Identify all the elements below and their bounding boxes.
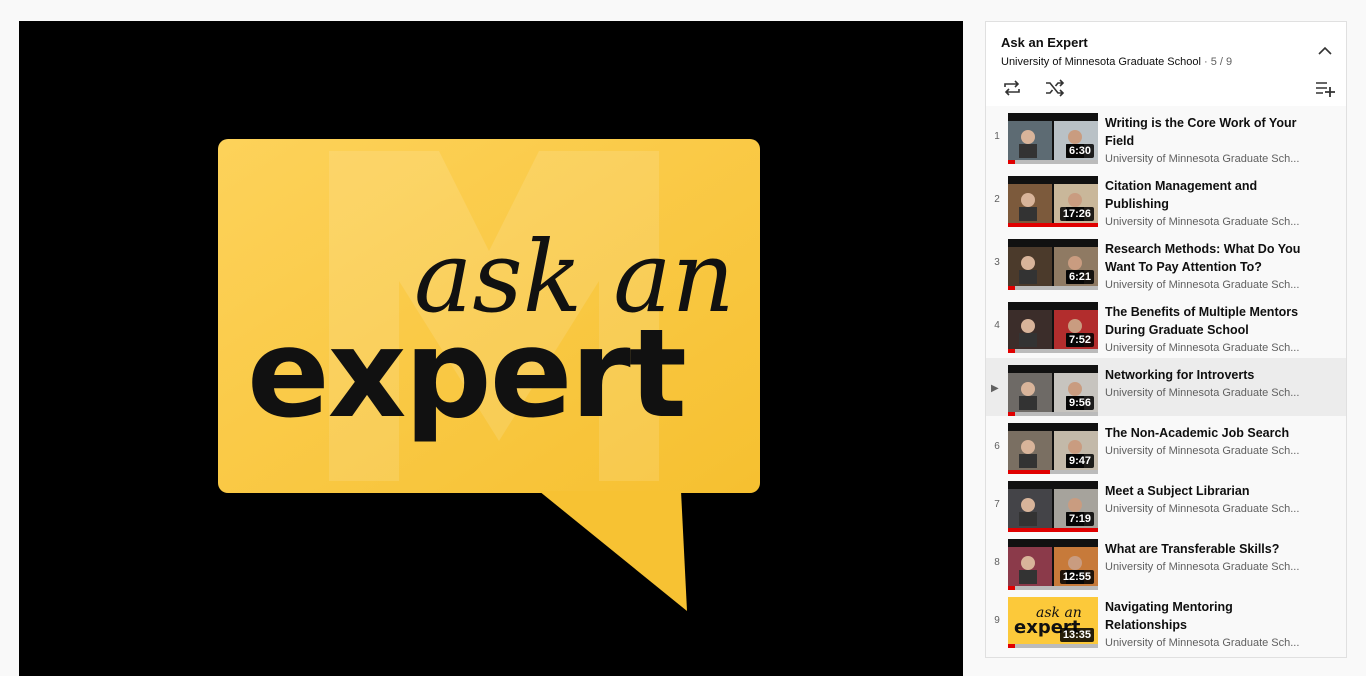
video-thumbnail[interactable]: 7:19 <box>1008 481 1098 532</box>
playlist-item[interactable]: 8 12:55 What are Transferable Skills? Unive… <box>986 532 1346 590</box>
video-thumbnail[interactable]: 12:55 <box>1008 539 1098 590</box>
video-duration: 13:35 <box>1059 628 1094 642</box>
playlist-item-index: 8 <box>994 557 1000 568</box>
video-duration: 6:21 <box>1065 270 1094 284</box>
video-meta: Research Methods: What Do You Want To Pa… <box>1105 240 1305 291</box>
video-thumbnail[interactable]: 9:47 <box>1008 423 1098 474</box>
playlist-position: 5 / 9 <box>1210 56 1233 68</box>
playlist-item[interactable]: 4 7:52 The Benefits of Multiple Mentors Du… <box>986 295 1346 358</box>
video-meta: The Benefits of Multiple Mentors During … <box>1105 303 1305 354</box>
playlist-item[interactable]: ▶ 9:56 Networking for Introverts University… <box>986 358 1346 416</box>
playlist-add-icon <box>1316 82 1335 97</box>
video-meta: Writing is the Core Work of Your Field Un… <box>1105 114 1305 165</box>
watch-progress-fill <box>1008 286 1016 290</box>
video-duration: 12:55 <box>1059 570 1094 584</box>
video-meta: Networking for Introverts University of M… <box>1105 366 1305 399</box>
watch-progress-bar <box>1008 644 1098 648</box>
video-thumbnail[interactable]: 6:21 <box>1008 239 1098 290</box>
watch-progress-bar <box>1008 160 1098 164</box>
shuffle-playlist-button[interactable] <box>1044 78 1066 98</box>
playlist-item[interactable]: 2 17:26 Citation Management and Publishing… <box>986 169 1346 232</box>
video-duration: 9:47 <box>1065 454 1094 468</box>
video-meta: What are Transferable Skills? University … <box>1105 540 1305 573</box>
video-title[interactable]: What are Transferable Skills? <box>1105 540 1305 558</box>
playlist-title[interactable]: Ask an Expert <box>1001 35 1088 50</box>
video-channel: University of Minnesota Graduate Sch... <box>1105 216 1300 228</box>
watch-progress-fill <box>1008 349 1016 353</box>
watch-progress-fill <box>1008 160 1016 164</box>
video-channel: University of Minnesota Graduate Sch... <box>1105 279 1300 291</box>
video-meta: Citation Management and Publishing Univer… <box>1105 177 1305 228</box>
playlist-item-index: 7 <box>994 499 1000 510</box>
loop-playlist-button[interactable] <box>1001 78 1023 98</box>
video-meta: Navigating Mentoring Relationships Univer… <box>1105 598 1305 649</box>
ask-an-expert-logo: ask an expert <box>218 139 760 611</box>
playlist-item-index: 9 <box>994 615 1000 626</box>
video-title[interactable]: Research Methods: What Do You Want To Pa… <box>1105 240 1305 276</box>
video-channel: University of Minnesota Graduate Sch... <box>1105 387 1300 399</box>
playlist-item-index: 3 <box>994 257 1000 268</box>
video-title[interactable]: Meet a Subject Librarian <box>1105 482 1305 500</box>
video-title[interactable]: Navigating Mentoring Relationships <box>1105 598 1305 634</box>
watch-progress-fill <box>1008 644 1016 648</box>
video-channel: University of Minnesota Graduate Sch... <box>1105 153 1300 165</box>
video-thumbnail[interactable]: 9:56 <box>1008 365 1098 416</box>
video-channel: University of Minnesota Graduate Sch... <box>1105 503 1300 515</box>
video-player[interactable]: ask an expert <box>19 21 963 676</box>
video-duration: 17:26 <box>1059 207 1094 221</box>
shuffle-icon <box>1046 79 1065 97</box>
playlist-item[interactable]: 1 6:30 Writing is the Core Work of Your Fi… <box>986 106 1346 169</box>
video-channel: University of Minnesota Graduate Sch... <box>1105 445 1300 457</box>
playlist-item-index: 6 <box>994 441 1000 452</box>
video-duration: 7:19 <box>1065 512 1094 526</box>
watch-progress-bar <box>1008 349 1098 353</box>
chevron-up-icon <box>1318 46 1332 55</box>
watch-progress-bar <box>1008 286 1098 290</box>
video-title[interactable]: Citation Management and Publishing <box>1105 177 1305 213</box>
logo-line2: expert <box>247 303 685 445</box>
playlist-item[interactable]: 9 ask an expert 13:35 Navigating Mentoring R… <box>986 590 1346 653</box>
watch-progress-bar <box>1008 223 1098 227</box>
video-channel: University of Minnesota Graduate Sch... <box>1105 342 1300 354</box>
playlist-panel: Ask an Expert University of Minnesota Gr… <box>985 21 1347 658</box>
video-thumbnail[interactable]: 7:52 <box>1008 302 1098 353</box>
video-title[interactable]: Networking for Introverts <box>1105 366 1305 384</box>
playlist-item[interactable]: 6 9:47 The Non-Academic Job Search Universi… <box>986 416 1346 474</box>
video-duration: 6:30 <box>1065 144 1094 158</box>
playlist-item-index: 2 <box>994 194 1000 205</box>
playlist-item-index: 4 <box>994 320 1000 331</box>
video-duration: 9:56 <box>1065 396 1094 410</box>
watch-progress-fill <box>1008 223 1098 227</box>
video-thumbnail[interactable]: 17:26 <box>1008 176 1098 227</box>
collapse-playlist-button[interactable] <box>1314 40 1336 62</box>
video-title[interactable]: The Non-Academic Job Search <box>1105 424 1305 442</box>
playlist-subtitle: University of Minnesota Graduate School … <box>1001 56 1232 68</box>
playlist-items: 1 6:30 Writing is the Core Work of Your Fi… <box>986 106 1346 657</box>
playlist-item-index: 1 <box>994 131 1000 142</box>
video-title[interactable]: The Benefits of Multiple Mentors During … <box>1105 303 1305 339</box>
now-playing-icon: ▶ <box>991 383 999 394</box>
playlist-item[interactable]: 7 7:19 Meet a Subject Librarian University … <box>986 474 1346 532</box>
video-channel: University of Minnesota Graduate Sch... <box>1105 561 1300 573</box>
video-thumbnail[interactable]: ask an expert 13:35 <box>1008 597 1098 648</box>
video-thumbnail[interactable]: 6:30 <box>1008 113 1098 164</box>
playlist-channel[interactable]: University of Minnesota Graduate School <box>1001 56 1201 68</box>
loop-icon <box>1004 80 1020 96</box>
video-title[interactable]: Writing is the Core Work of Your Field <box>1105 114 1305 150</box>
video-channel: University of Minnesota Graduate Sch... <box>1105 637 1300 649</box>
video-duration: 7:52 <box>1065 333 1094 347</box>
playlist-item[interactable]: 3 6:21 Research Methods: What Do You Want … <box>986 232 1346 295</box>
video-meta: Meet a Subject Librarian University of Mi… <box>1105 482 1305 515</box>
video-meta: The Non-Academic Job Search University of… <box>1105 424 1305 457</box>
save-playlist-button[interactable] <box>1314 78 1336 98</box>
playlist-header: Ask an Expert University of Minnesota Gr… <box>986 22 1346 106</box>
playlist-separator: · <box>1204 56 1208 68</box>
